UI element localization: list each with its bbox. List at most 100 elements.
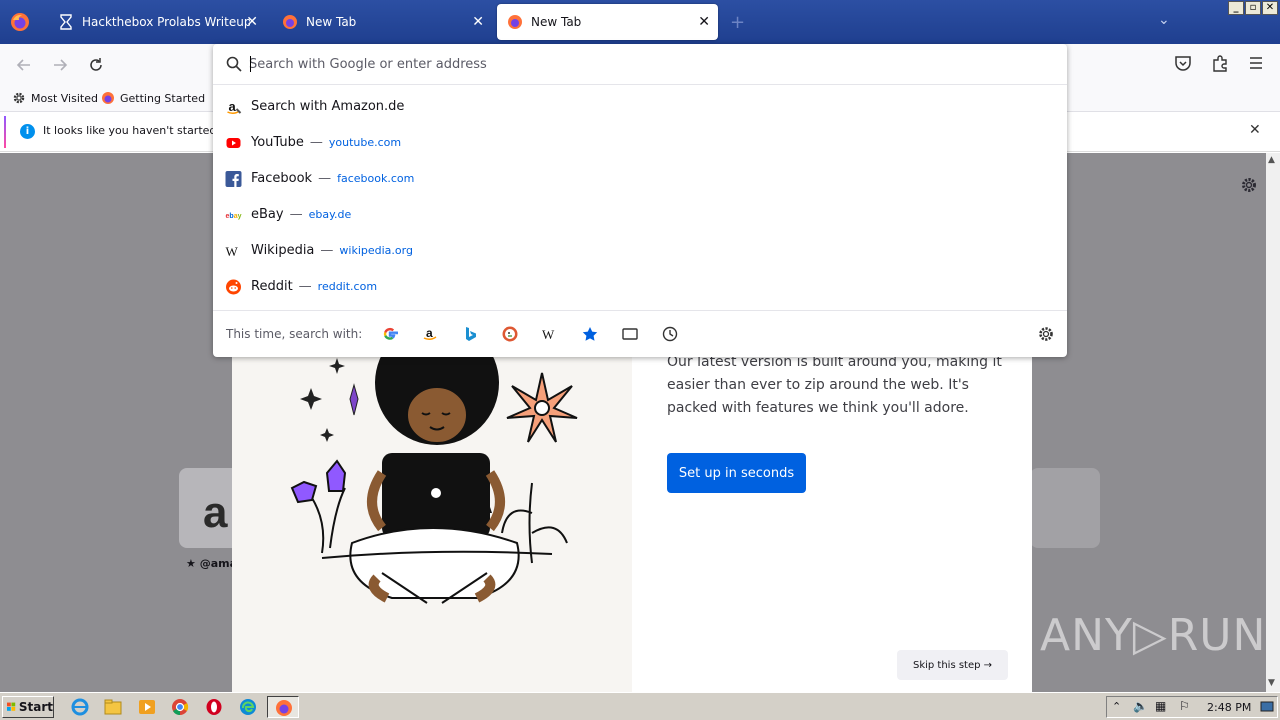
tab-new-tab-1[interactable]: New Tab ✕ (272, 4, 492, 40)
suggestion-amazon-search[interactable]: a Search with Amazon.de (213, 89, 1067, 125)
opera-icon[interactable] (205, 698, 223, 716)
volume-icon[interactable]: 🔈 (1133, 699, 1148, 713)
engine-amazon-button[interactable]: a (420, 324, 440, 344)
start-button[interactable]: Start (2, 696, 54, 718)
amazon-icon: a (227, 99, 242, 115)
search-icon (226, 56, 242, 72)
firefox-icon (102, 92, 114, 104)
google-icon (383, 327, 398, 340)
edge-icon[interactable] (239, 698, 257, 716)
back-button[interactable] (13, 54, 35, 76)
system-tray: ⌃ 🔈 ▦ ⚐ (1106, 696, 1278, 718)
taskbar-firefox-button[interactable] (267, 696, 299, 718)
tab-title: New Tab (306, 15, 357, 29)
search-bookmarks-button[interactable] (580, 324, 600, 344)
suggestion-url: ebay.de (308, 208, 352, 221)
media-player-icon[interactable] (138, 698, 156, 716)
file-explorer-icon[interactable] (104, 698, 122, 716)
minimize-button[interactable]: _ (1228, 1, 1244, 15)
scroll-down-arrow-icon[interactable]: ▼ (1268, 678, 1275, 688)
reload-button[interactable] (85, 54, 107, 76)
separator: — (309, 135, 323, 150)
suggestion-url: facebook.com (337, 172, 415, 185)
engine-wikipedia-button[interactable]: W (540, 324, 560, 344)
one-off-label: This time, search with: (226, 327, 363, 341)
suggestion-facebook[interactable]: Facebook — facebook.com (213, 161, 1067, 197)
one-off-search-bar: This time, search with: a W (213, 310, 1067, 357)
taskbar-clock[interactable]: 2:48 PM (1207, 701, 1251, 714)
skip-step-button[interactable]: Skip this step → (897, 650, 1008, 680)
bookmarks-star-icon (582, 327, 598, 341)
new-tab-plus-icon[interactable]: + (730, 12, 745, 33)
action-center-flag-icon[interactable]: ⚐ (1179, 699, 1190, 713)
engine-duckduckgo-button[interactable] (500, 324, 520, 344)
engine-bing-button[interactable] (460, 324, 480, 344)
browser-window: Hackthebox Prolabs Writeup - HTB ✕ New T… (0, 0, 1280, 692)
chrome-icon[interactable] (171, 698, 189, 716)
firefox-icon (508, 15, 522, 29)
show-desktop-icon[interactable] (1260, 700, 1274, 714)
info-icon: i (20, 124, 35, 139)
youtube-icon (226, 138, 241, 148)
pocket-button[interactable] (1174, 54, 1192, 75)
notification-accent (4, 116, 6, 148)
suggestion-reddit[interactable]: Reddit — reddit.com (213, 269, 1067, 305)
reload-icon (90, 58, 102, 71)
firefox-menu-icon[interactable] (10, 12, 30, 32)
address-input[interactable] (249, 55, 1029, 73)
extensions-button[interactable] (1211, 54, 1229, 75)
list-all-tabs-chevron-icon[interactable]: ⌄ (1158, 12, 1170, 28)
suggestion-title: YouTube (251, 135, 304, 150)
tab-title: New Tab (531, 15, 582, 29)
personalize-gear-icon[interactable] (1240, 176, 1258, 194)
network-icon[interactable]: ▦ (1155, 699, 1166, 713)
text-caret (250, 56, 251, 72)
bookmark-getting-started[interactable]: Getting Started (101, 91, 205, 105)
search-history-button[interactable] (660, 324, 680, 344)
tab-bar: Hackthebox Prolabs Writeup - HTB ✕ New T… (0, 0, 1280, 44)
hamburger-menu-icon (1250, 57, 1262, 69)
tab-hackthebox[interactable]: Hackthebox Prolabs Writeup - HTB ✕ (48, 4, 266, 40)
amazon-icon: a (423, 326, 437, 341)
close-tab-icon[interactable]: ✕ (246, 14, 258, 30)
suggestion-youtube[interactable]: YouTube — youtube.com (213, 125, 1067, 161)
show-hidden-icons-chevron-icon[interactable]: ⌃ (1112, 700, 1121, 713)
top-site-tile[interactable] (1030, 468, 1100, 548)
forward-button[interactable] (49, 54, 71, 76)
svg-text:W: W (542, 327, 555, 342)
suggestion-ebay[interactable]: ebay eBay — ebay.de (213, 197, 1067, 233)
search-tabs-button[interactable] (620, 324, 640, 344)
engine-google-button[interactable] (380, 324, 400, 344)
maximize-button[interactable]: ▫ (1245, 1, 1261, 15)
windows-taskbar: Start ⌃ 🔈 ▦ ⚐ 2:48 PM (0, 692, 1280, 720)
tabs-icon (622, 328, 638, 340)
duckduckgo-icon (502, 326, 518, 342)
close-tab-icon[interactable]: ✕ (698, 14, 710, 30)
close-notification-icon[interactable]: ✕ (1249, 122, 1261, 138)
separator: — (318, 171, 332, 186)
separator: — (320, 243, 334, 258)
svg-text:ebay: ebay (226, 213, 242, 220)
close-window-button[interactable]: ✕ (1262, 1, 1278, 15)
search-settings-gear-icon[interactable] (1037, 325, 1055, 343)
facebook-icon (225, 171, 242, 187)
bookmark-label: Most Visited (31, 91, 98, 105)
separator: — (289, 207, 303, 222)
firefox-icon (283, 15, 297, 29)
firefox-icon (276, 700, 292, 716)
internet-explorer-icon[interactable] (71, 698, 89, 716)
vertical-scrollbar[interactable]: ▲ ▼ (1266, 153, 1280, 692)
suggestion-title: eBay (251, 207, 284, 222)
gear-icon (13, 92, 25, 104)
windows-logo-icon (7, 702, 16, 711)
suggestion-url: reddit.com (317, 280, 378, 293)
set-up-button[interactable]: Set up in seconds (667, 453, 806, 493)
onboarding-body-text: Our latest version is built around you, … (667, 354, 1002, 416)
bookmark-most-visited[interactable]: Most Visited (12, 91, 98, 105)
scroll-up-arrow-icon[interactable]: ▲ (1268, 155, 1275, 165)
close-tab-icon[interactable]: ✕ (472, 14, 484, 30)
tab-new-tab-active[interactable]: New Tab ✕ (497, 4, 718, 40)
app-menu-button[interactable] (1247, 54, 1265, 75)
suggestion-title: Facebook (251, 171, 313, 186)
suggestion-wikipedia[interactable]: W Wikipedia — wikipedia.org (213, 233, 1067, 269)
